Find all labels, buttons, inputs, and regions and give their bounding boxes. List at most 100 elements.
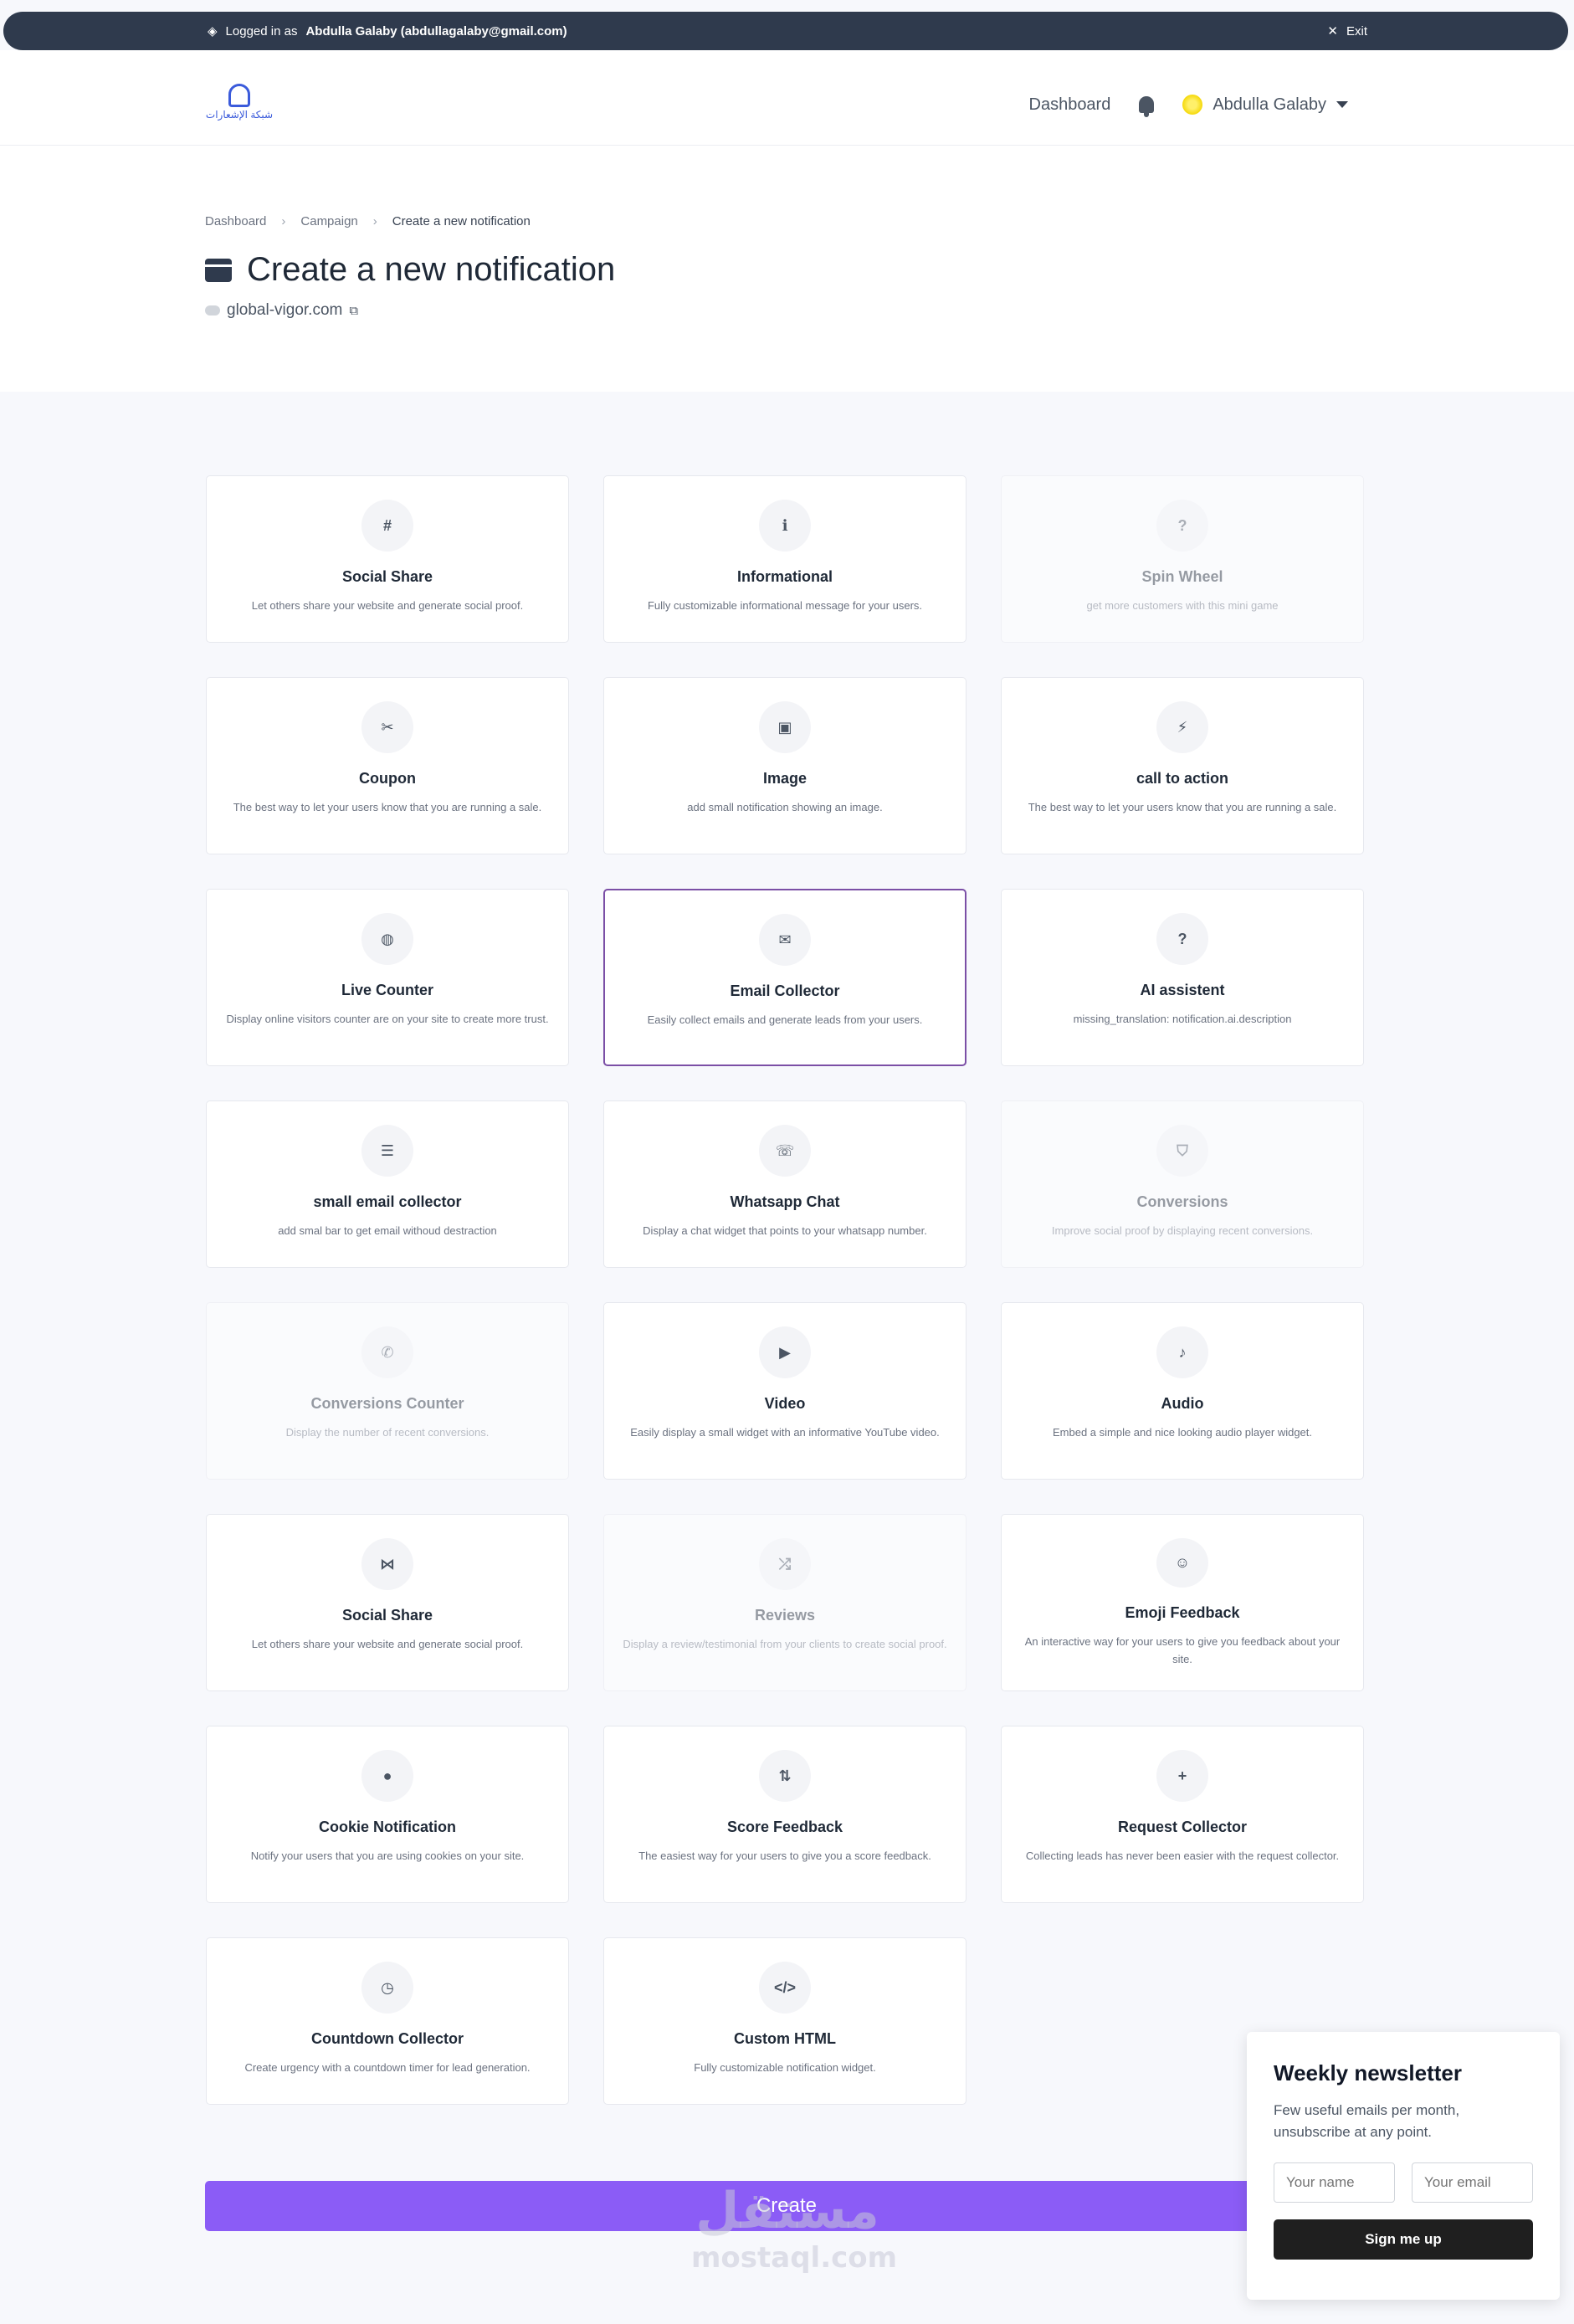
whatsapp-icon: ☏ (759, 1125, 811, 1177)
window-icon (205, 258, 232, 282)
notification-type-card[interactable]: ⚡ call to action The best way to let your … (1001, 677, 1364, 854)
notification-type-card[interactable]: ◷ Countdown Collector Create urgency with … (206, 1937, 569, 2105)
card-description: The best way to let your users know that… (233, 801, 542, 813)
newsletter-email-input[interactable] (1412, 2162, 1533, 2203)
newsletter-popup: Weekly newsletter Few useful emails per … (1247, 2032, 1560, 2300)
notification-type-card[interactable]: ⇅ Score Feedback The easiest way for your … (603, 1726, 966, 1903)
logo-bell-icon (228, 84, 250, 107)
sort-numeric-icon: ⇅ (759, 1750, 811, 1802)
notification-type-card[interactable]: ✆ Conversions Counter Display the number o… (206, 1302, 569, 1480)
exit-label: Exit (1346, 23, 1367, 38)
page-header: Dashboard › Campaign › Create a new noti… (0, 146, 1574, 392)
card-title: Conversions Counter (310, 1395, 464, 1412)
card-title: Reviews (754, 1607, 816, 1624)
site-domain: global-vigor.com (227, 301, 343, 319)
card-description: Display online visitors counter are on y… (226, 1013, 549, 1025)
question-icon: ? (1156, 913, 1208, 965)
notification-type-card[interactable]: ☰ small email collector add smal bar to ge… (206, 1100, 569, 1268)
notification-type-card[interactable]: ☏ Whatsapp Chat Display a chat widget that… (603, 1100, 966, 1268)
notification-type-card[interactable]: ▣ Image add small notification showing an … (603, 677, 966, 854)
cookie-icon: ● (361, 1750, 413, 1802)
card-description: Display the number of recent conversions… (285, 1426, 490, 1439)
breadcrumb: Dashboard › Campaign › Create a new noti… (205, 214, 531, 228)
card-title: Spin Wheel (1141, 568, 1223, 585)
breadcrumb-current: Create a new notification (392, 214, 531, 228)
piggy-bank-icon: ✂ (361, 701, 413, 753)
card-description: Display a chat widget that points to you… (643, 1224, 927, 1237)
card-title: Whatsapp Chat (730, 1193, 840, 1210)
notification-type-card[interactable]: ✂ Coupon The best way to let your users kn… (206, 677, 569, 854)
page-title-row: Create a new notification (205, 251, 615, 289)
card-title: Live Counter (341, 982, 433, 998)
exit-button[interactable]: ✕ Exit (1327, 12, 1367, 50)
notification-type-card[interactable]: ? AI assistent missing_translation: notifi… (1001, 889, 1364, 1066)
card-title: Audio (1161, 1395, 1204, 1412)
close-icon: ✕ (1327, 24, 1338, 38)
clock-icon: ◷ (361, 1962, 413, 2014)
newsletter-title: Weekly newsletter (1274, 2060, 1462, 2085)
notification-type-card[interactable]: ● Cookie Notification Notify your users th… (206, 1726, 569, 1903)
newsletter-submit-button[interactable]: Sign me up (1274, 2219, 1533, 2260)
share-icon: ⋈ (361, 1538, 413, 1590)
notification-type-card[interactable]: ✉ Email Collector Easily collect emails an… (603, 889, 966, 1066)
server-icon: ☰ (361, 1125, 413, 1177)
watermark-latin: mostaql.com (691, 2241, 898, 2275)
notification-type-card[interactable]: ☺ Emoji Feedback An interactive way for yo… (1001, 1514, 1364, 1691)
notification-type-card[interactable]: ⋈ Social Share Let others share your websi… (206, 1514, 569, 1691)
card-title: small email collector (313, 1193, 462, 1210)
logo-text: شبكة الإشعارات (205, 109, 274, 121)
user-secret-icon: ◈ (208, 24, 218, 38)
funnel-dollar-icon: ⛉ (1156, 1125, 1208, 1177)
chevron-right-icon: › (281, 214, 286, 228)
site-logo[interactable]: شبكة الإشعارات (204, 84, 274, 129)
breadcrumb-dashboard[interactable]: Dashboard (205, 214, 266, 228)
notification-type-card[interactable]: ♪ Audio Embed a simple and nice looking au… (1001, 1302, 1364, 1480)
info-icon: ℹ (759, 500, 811, 552)
card-description: Embed a simple and nice looking audio pl… (1052, 1426, 1313, 1439)
notification-type-card[interactable]: # Social Share Let others share your websi… (206, 475, 569, 643)
notification-type-card[interactable]: ℹ Informational Fully customizable informa… (603, 475, 966, 643)
notification-type-card[interactable]: ▶ Video Easily display a small widget with… (603, 1302, 966, 1480)
campaign-site: global-vigor.com ⧉ (205, 301, 358, 320)
card-description: Easily display a small widget with an in… (630, 1426, 940, 1439)
newsletter-name-input[interactable] (1274, 2162, 1395, 2203)
notification-type-card[interactable]: ⛉ Conversions Improve social proof by disp… (1001, 1100, 1364, 1268)
header-nav: Dashboard Abdulla Galaby (1029, 50, 1348, 159)
notification-type-card[interactable]: + Request Collector Collecting leads has n… (1001, 1726, 1364, 1903)
user-menu[interactable]: Abdulla Galaby (1182, 95, 1348, 115)
card-description: The best way to let your users know that… (1028, 801, 1337, 813)
watermark: مستقل mostaql.com (691, 2182, 898, 2275)
notification-type-grid: # Social Share Let others share your websi… (206, 475, 1366, 2105)
external-link-icon[interactable]: ⧉ (349, 304, 358, 318)
card-description: Collecting leads has never been easier w… (1025, 1849, 1340, 1862)
watermark-arabic: مستقل (695, 2182, 879, 2240)
card-description: Fully customizable informational message… (647, 599, 923, 612)
card-title: Informational (736, 568, 833, 585)
notification-type-card[interactable]: ◍ Live Counter Display online visitors cou… (206, 889, 569, 1066)
breadcrumb-campaign[interactable]: Campaign (300, 214, 357, 228)
admin-bar: ◈ Logged in as Abdulla Galaby (abdullaga… (3, 12, 1568, 50)
card-title: call to action (1136, 770, 1229, 787)
admin-bar-user: ◈ Logged in as Abdulla Galaby (abdullaga… (208, 12, 567, 50)
user-menu-name: Abdulla Galaby (1213, 95, 1326, 114)
card-title: Cookie Notification (318, 1819, 456, 1835)
page-title: Create a new notification (247, 251, 616, 288)
card-description: Display a review/testimonial from your c… (623, 1638, 947, 1650)
notification-type-card[interactable]: ⤮ Reviews Display a review/testimonial fro… (603, 1514, 966, 1691)
card-description: get more customers with this mini game (1086, 599, 1279, 612)
site-header: شبكة الإشعارات Dashboard Abdulla Galaby (0, 50, 1574, 146)
notification-type-card[interactable]: </> Custom HTML Fully customizable notific… (603, 1937, 966, 2105)
card-description: Fully customizable notification widget. (694, 2061, 876, 2074)
card-description: An interactive way for your users to giv… (1024, 1635, 1341, 1666)
card-title: Image (762, 770, 808, 787)
image-icon: ▣ (759, 701, 811, 753)
hashtag-icon: # (361, 500, 413, 552)
nav-dashboard-link[interactable]: Dashboard (1029, 95, 1111, 115)
admin-bar-username: Abdulla Galaby (abdullagalaby@gmail.com) (305, 23, 567, 38)
card-description: Create urgency with a countdown timer fo… (244, 2061, 531, 2074)
newsletter-text: Few useful emails per month, unsubscribe… (1274, 2102, 1460, 2141)
notifications-bell-icon[interactable] (1139, 96, 1155, 117)
card-title: Social Share (341, 568, 433, 585)
card-title: Emoji Feedback (1125, 1604, 1240, 1622)
notification-type-card[interactable]: ? Spin Wheel get more customers with this … (1001, 475, 1364, 643)
